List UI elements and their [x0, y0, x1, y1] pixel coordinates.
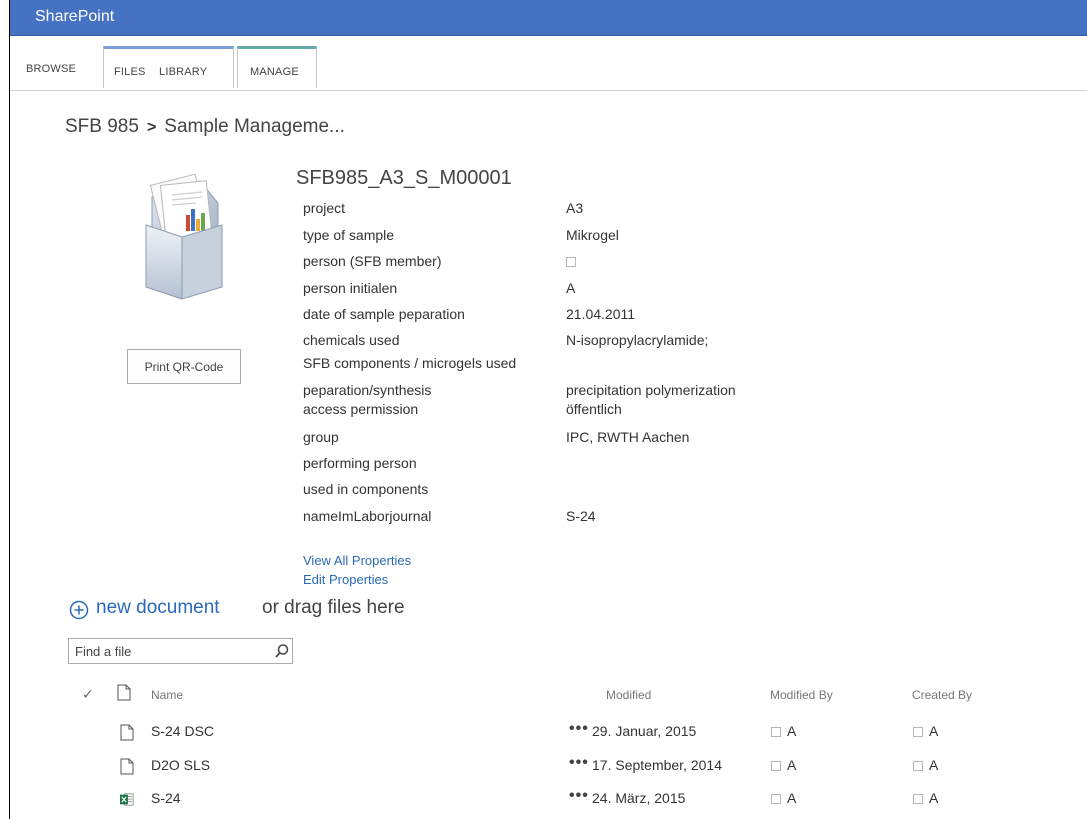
user-presence-icon — [771, 761, 781, 771]
file-icon — [120, 724, 134, 741]
tab-files[interactable]: FILES — [114, 66, 146, 78]
created-by-user[interactable]: A — [929, 757, 938, 773]
select-all-checkmark-icon[interactable]: ✓ — [82, 686, 94, 703]
ribbon: BROWSE FILES LIBRARY MANAGE — [10, 36, 1087, 91]
file-name-link[interactable]: S-24 — [151, 790, 181, 806]
prop-value-person-initialen: A — [566, 280, 576, 296]
file-created-by[interactable]: A — [913, 757, 938, 773]
find-file-search-box — [68, 638, 293, 664]
more-options-icon[interactable]: ••• — [569, 787, 589, 805]
edit-properties-link[interactable]: Edit Properties — [303, 572, 388, 587]
print-qr-code-button[interactable]: Print QR-Code — [127, 349, 241, 384]
file-modified-by[interactable]: A — [771, 723, 796, 739]
user-presence-icon — [771, 727, 781, 737]
top-bar: SharePoint — [10, 0, 1087, 36]
new-document-link[interactable]: new document — [96, 597, 220, 619]
created-by-user[interactable]: A — [929, 723, 938, 739]
prop-value-group: IPC, RWTH Aachen — [566, 429, 690, 445]
file-modified: 17. September, 2014 — [592, 757, 722, 773]
search-icon[interactable] — [274, 643, 290, 659]
library-tools-tab-group: FILES LIBRARY — [103, 46, 234, 88]
prop-label-project: project — [303, 200, 346, 216]
view-all-properties-link[interactable]: View All Properties — [303, 553, 411, 568]
prop-value-type-of-sample: Mikrogel — [566, 227, 619, 243]
prop-value-access-permission: öffentlich — [566, 401, 622, 417]
breadcrumb-parent[interactable]: SFB 985 — [65, 116, 139, 137]
prop-label-name-im-laborjournal: nameImLaborjournal — [303, 508, 432, 524]
prop-value-name-im-laborjournal: S-24 — [566, 508, 596, 524]
breadcrumb-separator-icon: > — [146, 119, 157, 136]
prop-label-peparation-synthesis: peparation/synthesis — [303, 382, 432, 398]
tab-browse-label: BROWSE — [26, 63, 77, 75]
app-brand[interactable]: SharePoint — [35, 8, 114, 26]
user-presence-icon — [913, 727, 923, 737]
tab-library[interactable]: LIBRARY — [159, 66, 207, 78]
user-presence-icon — [913, 794, 923, 804]
document-set-icon — [130, 163, 230, 313]
prop-label-date-of-sample-peparation: date of sample peparation — [303, 306, 465, 322]
table-row[interactable]: D2O SLS ••• 17. September, 2014 A A — [68, 754, 1078, 786]
prop-label-person-sfb-member: person (SFB member) — [303, 253, 442, 269]
breadcrumb-current[interactable]: Sample Manageme... — [164, 116, 345, 137]
prop-label-used-in-components: used in components — [303, 481, 429, 497]
excel-icon — [120, 793, 134, 806]
prop-label-access-permission: access permission — [303, 401, 419, 417]
prop-label-chemicals-used: chemicals used — [303, 332, 400, 348]
find-file-input[interactable] — [69, 639, 259, 663]
file-created-by[interactable]: A — [913, 723, 938, 739]
file-icon — [120, 758, 134, 775]
file-type-header-icon[interactable] — [117, 684, 131, 701]
column-header-modified[interactable]: Modified — [606, 688, 651, 702]
prop-label-group: group — [303, 429, 339, 445]
prop-label-sfb-components: SFB components / microgels used — [303, 355, 517, 371]
table-row[interactable]: S-24 ••• 24. März, 2015 A A — [68, 787, 1078, 819]
prop-value-date-of-sample-peparation: 21.04.2011 — [566, 306, 636, 322]
prop-value-project: A3 — [566, 200, 584, 216]
file-modified-by[interactable]: A — [771, 757, 796, 773]
tab-browse[interactable]: BROWSE — [10, 46, 100, 88]
document-title: SFB985_A3_S_M00001 — [296, 167, 512, 189]
user-presence-icon — [566, 257, 576, 267]
file-name-link[interactable]: D2O SLS — [151, 757, 210, 773]
file-modified-by[interactable]: A — [771, 790, 796, 806]
prop-label-type-of-sample: type of sample — [303, 227, 395, 243]
created-by-user[interactable]: A — [929, 790, 938, 806]
tab-manage-label: MANAGE — [250, 66, 299, 78]
file-list: ✓ Name Modified Modified By Created By S… — [68, 678, 1078, 818]
prop-value-peparation-synthesis: precipitation polymerization — [566, 382, 736, 398]
column-header-modified-by[interactable]: Modified By — [770, 688, 833, 702]
tab-manage[interactable]: MANAGE — [237, 46, 317, 88]
file-name-link[interactable]: S-24 DSC — [151, 723, 214, 739]
file-modified: 24. März, 2015 — [592, 790, 686, 806]
modified-by-user[interactable]: A — [787, 757, 796, 773]
user-presence-icon — [913, 761, 923, 771]
more-options-icon[interactable]: ••• — [569, 754, 589, 772]
file-created-by[interactable]: A — [913, 790, 938, 806]
drag-files-text: or drag files here — [262, 597, 405, 618]
add-circle-icon[interactable] — [69, 600, 89, 620]
sharepoint-window: SharePoint BROWSE FILES LIBRARY MANAGE S… — [9, 0, 1087, 819]
user-presence-icon — [771, 794, 781, 804]
column-header-name[interactable]: Name — [151, 688, 183, 702]
document-properties: project A3 type of sample Mikrogel perso… — [303, 200, 823, 530]
prop-value-chemicals-used: N-isopropylacrylamide; — [566, 332, 709, 348]
modified-by-user[interactable]: A — [787, 790, 796, 806]
column-header-created-by[interactable]: Created By — [912, 688, 972, 702]
modified-by-user[interactable]: A — [787, 723, 796, 739]
prop-label-person-initialen: person initialen — [303, 280, 398, 296]
prop-label-performing-person: performing person — [303, 455, 417, 471]
table-row[interactable]: S-24 DSC ••• 29. Januar, 2015 A A — [68, 720, 1078, 752]
breadcrumb: SFB 985 > Sample Manageme... — [65, 116, 345, 138]
more-options-icon[interactable]: ••• — [569, 720, 589, 738]
file-modified: 29. Januar, 2015 — [592, 723, 697, 739]
